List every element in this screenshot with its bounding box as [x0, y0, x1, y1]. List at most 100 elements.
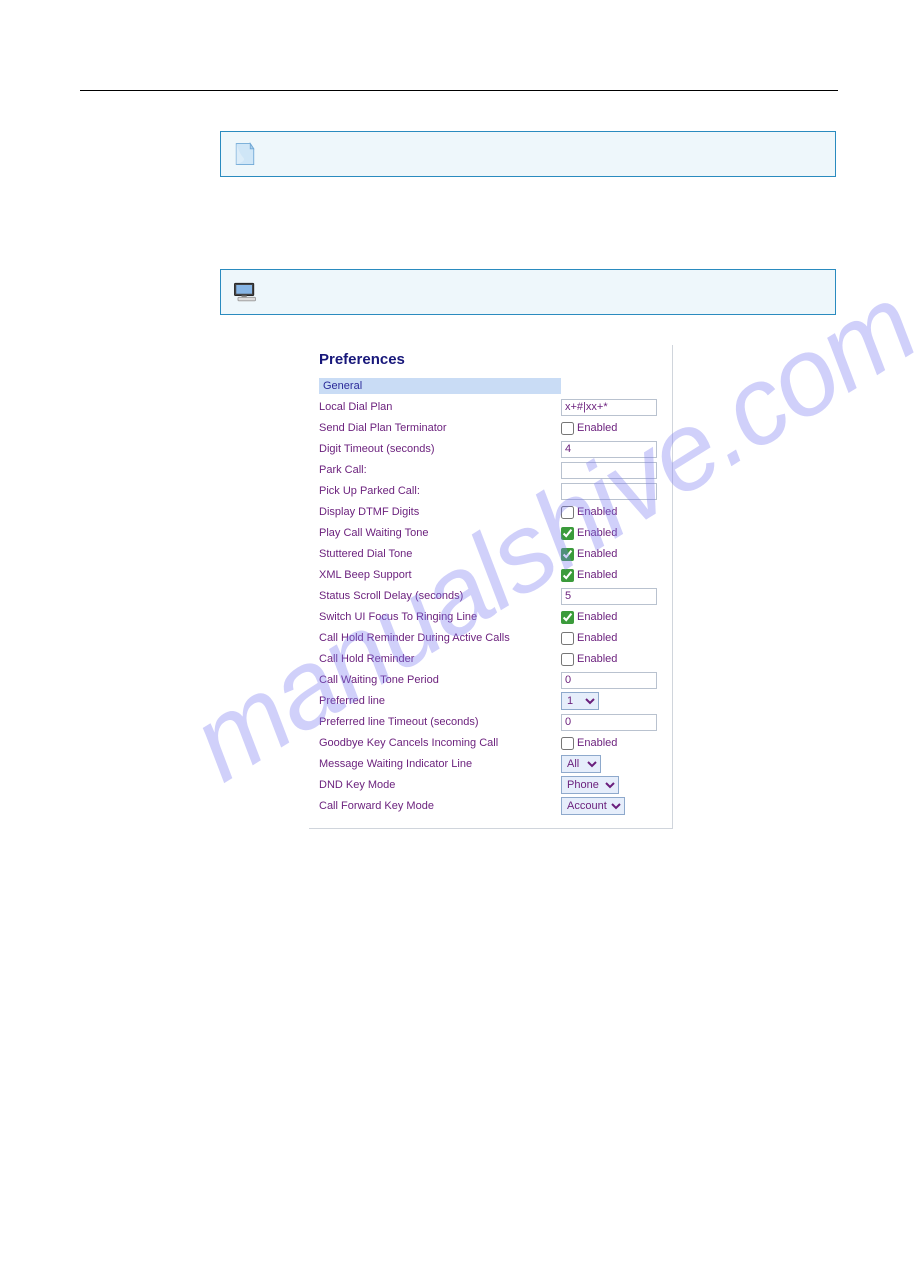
pref-row: Stuttered Dial Tone Enabled — [319, 545, 662, 563]
pref-control — [561, 441, 657, 458]
pref-label: Preferred line Timeout (seconds) — [319, 716, 561, 728]
pref-control: Enabled — [561, 527, 617, 540]
pref-row: Display DTMF Digits Enabled — [319, 503, 662, 521]
pref-text-input[interactable] — [561, 483, 657, 500]
pref-checkbox-label: Enabled — [577, 527, 617, 539]
pref-checkbox-label: Enabled — [577, 569, 617, 581]
pref-label: Goodbye Key Cancels Incoming Call — [319, 737, 561, 749]
pref-checkbox[interactable] — [561, 737, 574, 750]
pref-checkbox-wrap[interactable]: Enabled — [561, 737, 617, 750]
pref-checkbox-wrap[interactable]: Enabled — [561, 548, 617, 561]
page-divider — [80, 90, 838, 91]
pref-label: DND Key Mode — [319, 779, 561, 791]
note-icon — [231, 140, 259, 168]
pref-control — [561, 462, 657, 479]
pref-checkbox[interactable] — [561, 569, 574, 582]
pref-checkbox-label: Enabled — [577, 653, 617, 665]
pref-text-input[interactable] — [561, 672, 657, 689]
pref-control: Enabled — [561, 548, 617, 561]
pref-checkbox-wrap[interactable]: Enabled — [561, 611, 617, 624]
pref-control: Account — [561, 797, 625, 815]
pref-row: Switch UI Focus To Ringing Line Enabled — [319, 608, 662, 626]
pref-row: DND Key ModePhone — [319, 776, 662, 794]
pref-checkbox[interactable] — [561, 548, 574, 561]
preferences-panel: Preferences General Local Dial Plan Send … — [309, 345, 673, 829]
pref-control: Enabled — [561, 632, 617, 645]
pref-label: Status Scroll Delay (seconds) — [319, 590, 561, 602]
pref-row: Call Hold Reminder During Active Calls En… — [319, 629, 662, 647]
pref-checkbox-label: Enabled — [577, 548, 617, 560]
pref-label: Call Hold Reminder During Active Calls — [319, 632, 561, 644]
pref-row: Call Hold Reminder Enabled — [319, 650, 662, 668]
pref-checkbox[interactable] — [561, 611, 574, 624]
pref-checkbox-wrap[interactable]: Enabled — [561, 506, 617, 519]
pref-row: Preferred line1 — [319, 692, 662, 710]
pref-label: Digit Timeout (seconds) — [319, 443, 561, 455]
pref-row: Preferred line Timeout (seconds) — [319, 713, 662, 731]
pref-select[interactable]: Account — [561, 797, 625, 815]
pref-label: Preferred line — [319, 695, 561, 707]
pref-control: Enabled — [561, 653, 617, 666]
pref-control — [561, 588, 657, 605]
pref-checkbox[interactable] — [561, 422, 574, 435]
pref-row: Goodbye Key Cancels Incoming CallEnabled — [319, 734, 662, 752]
pref-control — [561, 483, 657, 500]
pref-control: Enabled — [561, 737, 617, 750]
pref-text-input[interactable] — [561, 441, 657, 458]
pref-row: Call Forward Key ModeAccount — [319, 797, 662, 815]
pref-row: Local Dial Plan — [319, 398, 662, 416]
pref-label: Stuttered Dial Tone — [319, 548, 561, 560]
aastra-web-ui-callout — [220, 269, 836, 315]
pref-checkbox-wrap[interactable]: Enabled — [561, 569, 617, 582]
pref-row: Pick Up Parked Call: — [319, 482, 662, 500]
pref-control — [561, 672, 657, 689]
pref-checkbox[interactable] — [561, 653, 574, 666]
pref-control — [561, 399, 657, 416]
note-callout — [220, 131, 836, 177]
pref-checkbox[interactable] — [561, 632, 574, 645]
pref-row: Send Dial Plan Terminator Enabled — [319, 419, 662, 437]
computer-icon — [231, 278, 259, 306]
pref-row: XML Beep Support Enabled — [319, 566, 662, 584]
pref-control — [561, 714, 657, 731]
pref-control: Enabled — [561, 611, 617, 624]
pref-checkbox-label: Enabled — [577, 506, 617, 518]
pref-label: Send Dial Plan Terminator — [319, 422, 561, 434]
pref-checkbox-wrap[interactable]: Enabled — [561, 653, 617, 666]
pref-label: Call Waiting Tone Period — [319, 674, 561, 686]
pref-checkbox-wrap[interactable]: Enabled — [561, 422, 617, 435]
preferences-title: Preferences — [319, 351, 662, 368]
pref-control: All — [561, 755, 601, 773]
pref-row: Status Scroll Delay (seconds) — [319, 587, 662, 605]
pref-select[interactable]: All — [561, 755, 601, 773]
pref-label: Call Forward Key Mode — [319, 800, 561, 812]
pref-select[interactable]: 1 — [561, 692, 599, 710]
pref-checkbox-wrap[interactable]: Enabled — [561, 527, 617, 540]
pref-label: Pick Up Parked Call: — [319, 485, 561, 497]
pref-row: Park Call: — [319, 461, 662, 479]
pref-label: Local Dial Plan — [319, 401, 561, 413]
pref-label: XML Beep Support — [319, 569, 561, 581]
pref-checkbox-label: Enabled — [577, 422, 617, 434]
pref-text-input[interactable] — [561, 588, 657, 605]
pref-row: Call Waiting Tone Period — [319, 671, 662, 689]
pref-label: Park Call: — [319, 464, 561, 476]
pref-checkbox-wrap[interactable]: Enabled — [561, 632, 617, 645]
pref-control: Enabled — [561, 569, 617, 582]
pref-label: Message Waiting Indicator Line — [319, 758, 561, 770]
pref-checkbox-label: Enabled — [577, 632, 617, 644]
pref-checkbox-label: Enabled — [577, 611, 617, 623]
pref-text-input[interactable] — [561, 399, 657, 416]
section-general: General — [319, 378, 561, 394]
pref-checkbox[interactable] — [561, 527, 574, 540]
pref-select[interactable]: Phone — [561, 776, 619, 794]
pref-label: Switch UI Focus To Ringing Line — [319, 611, 561, 623]
pref-row: Digit Timeout (seconds) — [319, 440, 662, 458]
pref-text-input[interactable] — [561, 462, 657, 479]
pref-text-input[interactable] — [561, 714, 657, 731]
pref-label: Display DTMF Digits — [319, 506, 561, 518]
pref-control: Phone — [561, 776, 619, 794]
pref-checkbox[interactable] — [561, 506, 574, 519]
pref-control: Enabled — [561, 506, 617, 519]
pref-label: Call Hold Reminder — [319, 653, 561, 665]
